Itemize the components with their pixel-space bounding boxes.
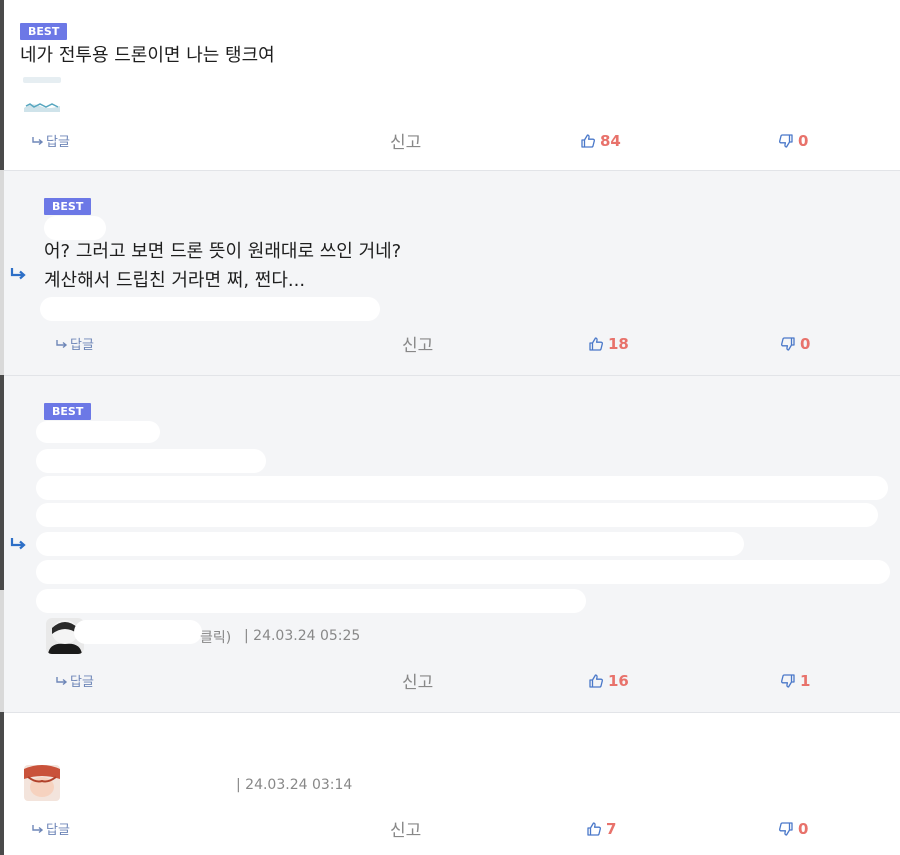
reply-arrow-icon: [56, 339, 68, 348]
like-button[interactable]: 7: [586, 820, 616, 838]
dislike-count: 1: [800, 672, 811, 690]
reply-label: 답글: [70, 338, 94, 353]
dislike-button[interactable]: 1: [780, 672, 810, 690]
redacted-nickname: [44, 216, 106, 240]
thumbs-down-icon: [779, 822, 793, 836]
reply-arrow-icon: [32, 136, 44, 145]
like-count: 18: [608, 335, 629, 353]
redacted-author: [60, 771, 236, 797]
redacted-text-line: [36, 589, 586, 613]
reply-button[interactable]: 답글: [56, 334, 94, 353]
report-button[interactable]: 신고: [402, 331, 433, 356]
thumbs-down-icon: [779, 134, 793, 148]
reply-button[interactable]: 답글: [56, 671, 94, 690]
like-count: 16: [608, 672, 629, 690]
report-button[interactable]: 신고: [390, 128, 421, 153]
comment-timestamp: | 24.03.24 05:25: [244, 628, 361, 644]
best-badge: BEST: [44, 403, 92, 420]
reply-arrow-icon: [32, 824, 44, 833]
thumbs-down-icon: [781, 337, 795, 351]
reply-indicator-icon: [10, 268, 26, 280]
dislike-count: 0: [800, 335, 811, 353]
like-button[interactable]: 84: [580, 132, 621, 150]
like-button[interactable]: 16: [588, 672, 629, 690]
comment-text: 네가 전투용 드론이면 나는 탱크여: [20, 45, 275, 66]
reply-label: 답글: [70, 675, 94, 690]
reply-indicator-icon: [10, 538, 26, 550]
reply-label: 답글: [46, 135, 70, 150]
report-button[interactable]: 신고: [402, 668, 433, 693]
redacted-nickname: [36, 421, 160, 443]
thumbs-up-icon: [589, 674, 603, 688]
thumbs-up-icon: [581, 134, 595, 148]
comment-meta-fragment: 클릭): [200, 630, 232, 646]
like-count: 7: [606, 820, 617, 838]
reply-arrow-icon: [56, 676, 68, 685]
reply-button[interactable]: 답글: [32, 819, 70, 838]
like-count: 84: [600, 132, 621, 150]
redacted-text-line: [36, 449, 266, 473]
attached-image[interactable]: [22, 76, 62, 114]
best-badge: BEST: [20, 23, 68, 40]
user-avatar[interactable]: [24, 765, 60, 801]
comment-text-line: 계산해서 드립친 거라면 쩌, 쩐다...: [44, 270, 306, 291]
redacted-text-line: [18, 727, 108, 747]
reply-comment-item: BEST 어? 그러고 보면 드론 뜻이 원래대로 쓰인 거네? 계산해서 드립…: [4, 171, 900, 375]
thumbs-down-icon: [781, 674, 795, 688]
redacted-meta: [40, 297, 380, 321]
redacted-text-line: [36, 560, 890, 584]
report-button[interactable]: 신고: [390, 816, 421, 841]
dislike-button[interactable]: 0: [778, 820, 808, 838]
thumbs-up-icon: [589, 337, 603, 351]
comment-text-line: 어? 그러고 보면 드론 뜻이 원래대로 쓰인 거네?: [44, 241, 402, 262]
redacted-author: [74, 620, 202, 644]
redacted-text-line: [36, 476, 888, 500]
dislike-button[interactable]: 0: [780, 335, 810, 353]
dislike-count: 0: [798, 132, 809, 150]
redacted-text-line: [36, 532, 744, 556]
best-badge: BEST: [44, 198, 92, 215]
redacted-text-line: [36, 503, 878, 527]
reply-button[interactable]: 답글: [32, 131, 70, 150]
dislike-button[interactable]: 0: [778, 132, 808, 150]
reply-comment-item: BEST 클릭) | 24.03.24 05:25 답글 신고 16 1: [4, 376, 900, 712]
reply-label: 답글: [46, 823, 70, 838]
comment-timestamp: | 24.03.24 03:14: [236, 777, 353, 793]
comment-item: BEST 네가 전투용 드론이면 나는 탱크여 답글 신고 84 0: [4, 0, 900, 170]
comment-item: | 24.03.24 03:14 답글 신고 7 0: [4, 713, 900, 855]
dislike-count: 0: [798, 820, 809, 838]
thumbs-up-icon: [587, 822, 601, 836]
like-button[interactable]: 18: [588, 335, 629, 353]
